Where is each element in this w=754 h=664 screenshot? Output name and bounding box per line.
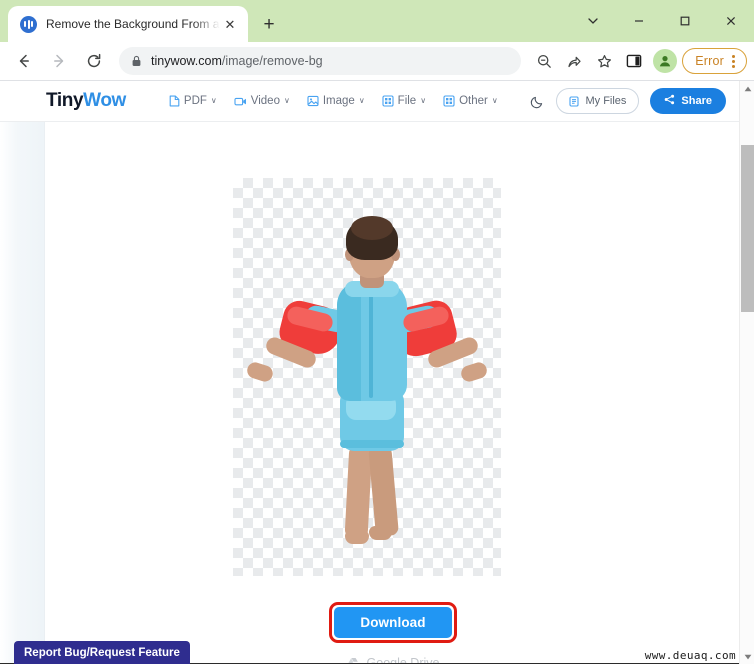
new-tab-button[interactable]: + (256, 11, 282, 37)
scroll-down-icon[interactable] (740, 649, 754, 664)
scroll-up-icon[interactable] (740, 81, 754, 96)
logo-text-second: Wow (83, 90, 126, 111)
file-icon (382, 95, 394, 107)
other-icon (443, 95, 455, 107)
side-panel-icon[interactable] (620, 47, 648, 75)
share-nodes-icon (664, 94, 675, 108)
share-button[interactable]: Share (650, 88, 726, 114)
nav-label-pdf: PDF (183, 95, 207, 107)
reload-icon[interactable] (79, 46, 109, 76)
transparent-background-preview[interactable] (233, 178, 501, 576)
hair-highlight (351, 216, 393, 240)
back-icon[interactable] (9, 46, 39, 76)
share-label: Share (681, 95, 712, 107)
bookmark-star-icon[interactable] (590, 47, 618, 75)
chrome-menu-icon[interactable] (724, 54, 742, 68)
page-left-gutter (0, 81, 45, 664)
nav-label-image: Image (322, 95, 355, 107)
tab-strip: Remove the Background From an ✕ + (0, 0, 754, 42)
url-text: tinywow.com/image/remove-bg (151, 54, 323, 68)
nav-label-file: File (397, 95, 417, 107)
url-path: /image/remove-bg (221, 54, 323, 68)
error-badge[interactable]: Error (682, 48, 747, 74)
chevron-down-icon: ∨ (358, 96, 365, 105)
my-files-button[interactable]: My Files (556, 88, 640, 114)
watermark: www.deuaq.com (644, 649, 736, 662)
hand-right (459, 360, 489, 384)
lock-icon (131, 55, 142, 67)
torso-shadow (337, 281, 361, 401)
site-header: TinyWow PDF ∨ Video ∨ Image ∨ File ∨ Oth… (0, 81, 740, 122)
pdf-icon (169, 95, 180, 107)
page-viewport: TinyWow PDF ∨ Video ∨ Image ∨ File ∨ Oth… (0, 81, 754, 664)
url-host: tinywow.com (151, 54, 222, 68)
site-nav: PDF ∨ Video ∨ Image ∨ File ∨ Other ∨ (169, 95, 498, 107)
leg-right (368, 443, 399, 537)
nav-item-pdf[interactable]: PDF ∨ (169, 95, 217, 107)
nav-label-other: Other (459, 95, 488, 107)
tab-search-icon[interactable] (570, 0, 616, 42)
main-content: Download Google Drive (46, 122, 740, 664)
nav-item-image[interactable]: Image ∨ (307, 95, 365, 107)
logo-text-first: Tiny (46, 90, 84, 111)
error-badge-label: Error (695, 54, 724, 68)
foot-right (369, 526, 392, 540)
browser-window: Remove the Background From an ✕ + tinywo… (0, 0, 754, 664)
site-logo[interactable]: TinyWow (46, 90, 126, 112)
forward-icon[interactable] (44, 46, 74, 76)
profile-avatar[interactable] (653, 49, 678, 73)
image-icon (307, 95, 319, 107)
nav-item-file[interactable]: File ∨ (382, 95, 426, 107)
tab-title: Remove the Background From an (46, 17, 220, 31)
nav-item-video[interactable]: Video ∨ (234, 95, 290, 107)
hand-left (245, 360, 275, 384)
scrollbar-thumb[interactable] (741, 145, 754, 312)
chevron-down-icon: ∨ (420, 96, 427, 105)
share-page-icon[interactable] (560, 47, 588, 75)
chevron-down-icon: ∨ (491, 96, 498, 105)
nav-label-video: Video (250, 95, 280, 107)
browser-tab[interactable]: Remove the Background From an ✕ (8, 6, 248, 42)
minimize-icon[interactable] (616, 0, 662, 42)
close-tab-icon[interactable]: ✕ (220, 14, 240, 34)
site-header-actions: My Files Share (530, 88, 726, 114)
download-annotation-box: Download (329, 602, 457, 643)
moon-icon[interactable] (530, 94, 545, 109)
browser-toolbar: tinywow.com/image/remove-bg Error (0, 42, 754, 81)
subject-figure (233, 178, 501, 576)
suit-seam (369, 290, 373, 398)
chevron-down-icon: ∨ (283, 96, 290, 105)
maximize-icon[interactable] (662, 0, 708, 42)
nav-item-other[interactable]: Other ∨ (443, 95, 498, 107)
swim-shorts-hem (340, 440, 404, 448)
tinywow-favicon-icon (20, 15, 37, 33)
zoom-search-icon[interactable] (530, 47, 558, 75)
address-bar[interactable]: tinywow.com/image/remove-bg (119, 47, 522, 75)
foot-left (345, 530, 369, 544)
video-icon (234, 96, 247, 107)
report-bug-button[interactable]: Report Bug/Request Feature (14, 641, 190, 664)
page-scrollbar[interactable] (739, 81, 754, 664)
download-button[interactable]: Download (334, 607, 452, 638)
my-files-label: My Files (585, 95, 627, 107)
files-icon (569, 95, 580, 107)
chevron-down-icon: ∨ (210, 96, 217, 105)
close-window-icon[interactable] (708, 0, 754, 42)
window-controls (570, 0, 754, 42)
